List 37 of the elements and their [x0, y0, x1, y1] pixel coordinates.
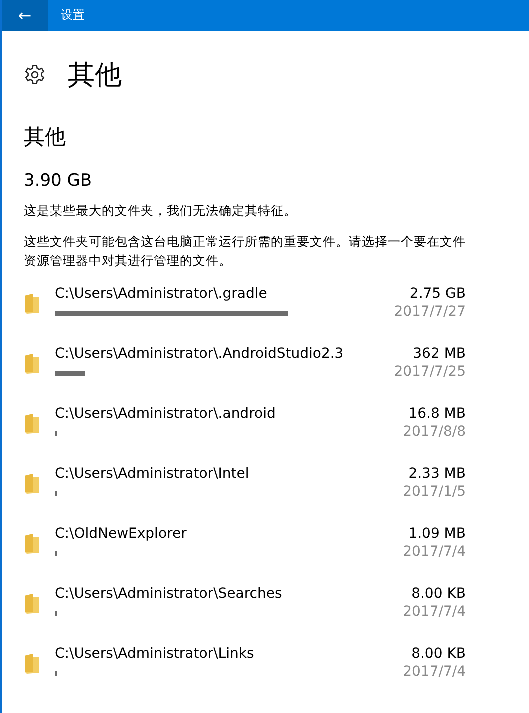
folder-path[interactable]: C:\Users\Administrator\Intel	[55, 466, 395, 482]
folder-path[interactable]: C:\Users\Administrator\Searches	[55, 586, 395, 602]
folder-date: 2017/7/4	[403, 604, 466, 620]
folder-size: 8.00 KB	[412, 586, 466, 602]
folder-path[interactable]: C:\Users\Administrator\.gradle	[55, 286, 395, 302]
folder-icon[interactable]	[24, 293, 40, 315]
folder-icon[interactable]	[24, 413, 40, 435]
page-title: 其他	[68, 59, 122, 93]
folder-size: 362 MB	[413, 346, 466, 362]
folder-date: 2017/7/4	[403, 664, 466, 680]
folder-icon[interactable]	[24, 533, 40, 555]
settings-icon	[24, 64, 46, 86]
folder-icon[interactable]	[24, 353, 40, 375]
folder-date: 2017/7/4	[403, 544, 466, 560]
size-bar	[55, 371, 85, 376]
folder-size: 16.8 MB	[408, 406, 466, 422]
folder-size: 8.00 KB	[412, 646, 466, 662]
folder-date: 2017/7/25	[394, 364, 466, 380]
folder-path[interactable]: C:\Users\Administrator\Links	[55, 646, 395, 662]
folder-icon[interactable]	[24, 473, 40, 495]
folder-path[interactable]: C:\Users\Administrator\.android	[55, 406, 395, 422]
total-size: 3.90 GB	[24, 171, 94, 191]
folder-size: 2.75 GB	[410, 286, 466, 302]
folder-size: 2.33 MB	[408, 466, 466, 482]
folder-path[interactable]: C:\OldNewExplorer	[55, 526, 395, 542]
folder-date: 2017/7/27	[394, 304, 466, 320]
folder-path[interactable]: C:\Users\Administrator\.AndroidStudio2.3	[55, 346, 395, 362]
description-text: 这些文件夹可能包含这台电脑正常运行所需的重要文件。请选择一个要在文件资源管理器中对其进行管理的文件。	[24, 233, 467, 270]
folder-date: 2017/1/5	[403, 484, 466, 500]
folder-date: 2017/8/8	[403, 424, 466, 440]
section-title: 其他	[24, 124, 67, 151]
window-title: 设置	[61, 7, 85, 24]
folder-icon[interactable]	[24, 593, 40, 615]
back-button[interactable]: ←	[2, 0, 48, 31]
folder-icon[interactable]	[24, 653, 40, 675]
description-text: 这是某些最大的文件夹，我们无法确定其特征。	[24, 202, 298, 220]
folder-size: 1.09 MB	[408, 526, 466, 542]
